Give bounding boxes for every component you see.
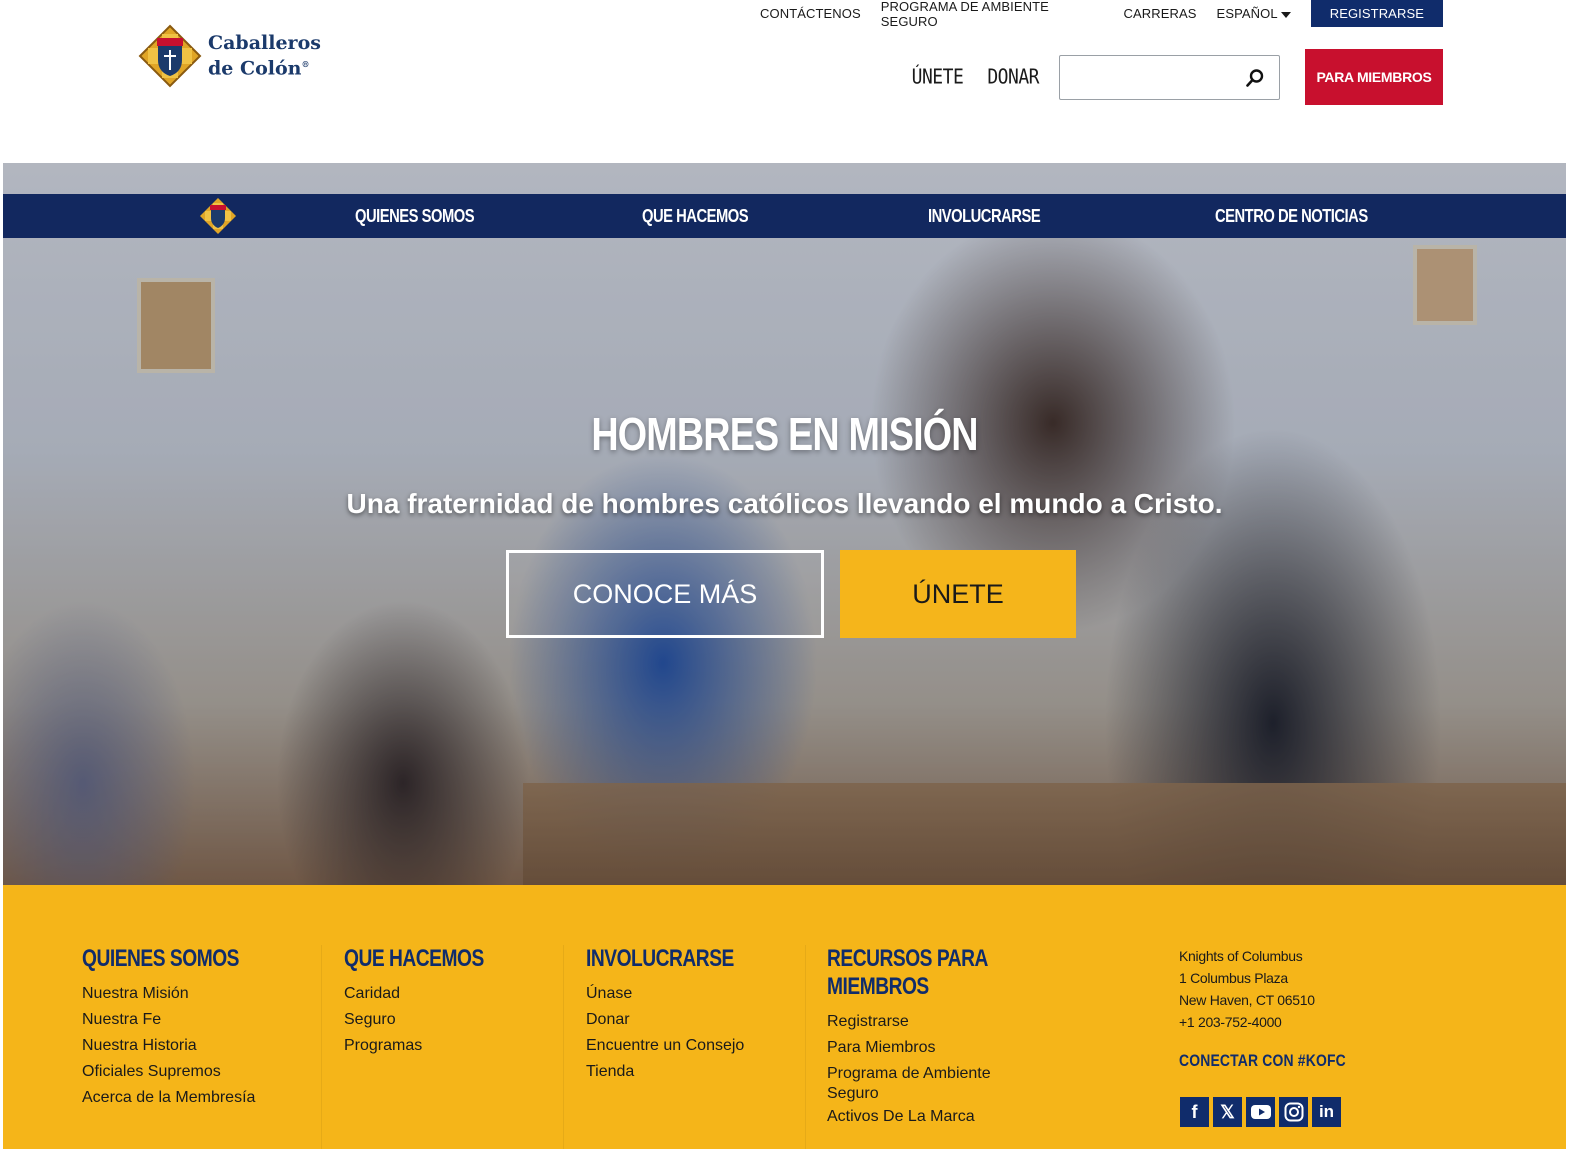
catnav-item-what-we-do[interactable]: QUE HACEMOS — [642, 194, 749, 238]
footer-link[interactable]: Tienda — [586, 1059, 771, 1085]
footer-divider — [563, 945, 564, 1149]
address-line: 1 Columbus Plaza — [1179, 970, 1288, 986]
footer-heading-line1: RECURSOS PARA — [827, 945, 988, 972]
footer-divider — [321, 945, 322, 1149]
members-button[interactable]: PARA MIEMBROS — [1305, 49, 1443, 105]
language-label: ESPAÑOL — [1216, 6, 1278, 21]
logo-line2: de Colón — [208, 57, 302, 80]
site-footer: QUIENES SOMOS Nuestra Misión Nuestra Fe … — [3, 885, 1566, 1149]
footer-link[interactable]: Nuestra Misión — [82, 981, 278, 1007]
language-selector[interactable]: ESPAÑOL — [1217, 6, 1291, 21]
footer-link[interactable]: Donar — [586, 1007, 771, 1033]
footer-divider — [805, 945, 806, 1149]
footer-link[interactable]: Seguro — [827, 1084, 1028, 1104]
address-line: New Haven, CT 06510 — [1179, 992, 1315, 1008]
search-icon[interactable] — [1245, 68, 1265, 88]
footer-column-who-we-are: QUIENES SOMOS Nuestra Misión Nuestra Fe … — [82, 945, 278, 1111]
hero-title: HOMBRES EN MISIÓN — [591, 408, 978, 460]
catnav-item-news-center[interactable]: CENTRO DE NOTICIAS — [1215, 194, 1368, 238]
kofc-emblem-icon — [138, 24, 202, 88]
footer-link[interactable]: Para Miembros — [827, 1035, 1028, 1061]
footer-heading: QUIENES SOMOS — [82, 945, 239, 972]
learn-more-button[interactable]: CONOCE MÁS — [506, 550, 824, 638]
catnav-item-get-involved[interactable]: INVOLUCRARSE — [928, 194, 1041, 238]
catnav-item-who-we-are[interactable]: QUIENES SOMOS — [355, 194, 475, 238]
footer-link[interactable]: Seguro — [344, 1007, 519, 1033]
donate-link[interactable]: DONAR — [987, 65, 1039, 89]
phone-number[interactable]: +1 203-752-4000 — [1179, 1011, 1315, 1033]
utility-nav: CONTÁCTENOS PROGRAMA DE AMBIENTE SEGURO … — [760, 0, 1443, 29]
logo-line1: Caballeros — [208, 31, 321, 54]
join-button[interactable]: ÚNETE — [840, 550, 1076, 638]
footer-link[interactable]: Caridad — [344, 981, 519, 1007]
footer-link[interactable]: Programas — [344, 1033, 519, 1059]
join-link[interactable]: ÚNETE — [912, 65, 964, 89]
careers-link[interactable]: CARRERAS — [1124, 6, 1197, 21]
footer-link[interactable]: Programa de Ambiente — [827, 1064, 1028, 1084]
youtube-icon[interactable] — [1246, 1097, 1275, 1127]
footer-address: Knights of Columbus 1 Columbus Plaza New… — [1179, 945, 1315, 1033]
x-icon[interactable]: 𝕏 — [1213, 1097, 1242, 1127]
category-nav: QUIENES SOMOS QUE HACEMOS INVOLUCRARSE C… — [3, 194, 1566, 238]
footer-column-get-involved: INVOLUCRARSE Únase Donar Encuentre un Co… — [586, 945, 771, 1085]
footer-link[interactable]: Nuestra Historia — [82, 1033, 278, 1059]
search-box — [1059, 54, 1280, 100]
footer-heading: INVOLUCRARSE — [586, 945, 734, 972]
footer-link[interactable]: Acerca de la Membresía — [82, 1085, 278, 1111]
footer-link[interactable]: Encuentre un Consejo — [586, 1033, 771, 1059]
footer-column-what-we-do: QUE HACEMOS Caridad Seguro Programas — [344, 945, 519, 1059]
register-button[interactable]: REGISTRARSE — [1310, 0, 1443, 27]
address-line: Knights of Columbus — [1179, 948, 1303, 964]
instagram-icon[interactable] — [1279, 1097, 1308, 1127]
footer-link[interactable]: Oficiales Supremos — [82, 1059, 278, 1085]
footer-heading-line2: MIEMBROS — [827, 973, 929, 1000]
footer-heading: QUE HACEMOS — [344, 945, 484, 972]
footer-link[interactable]: Registrarse — [827, 1009, 1028, 1035]
connect-heading: CONECTAR CON #KOFC — [1179, 1051, 1346, 1070]
footer-link[interactable]: Nuestra Fe — [82, 1007, 278, 1033]
contact-link[interactable]: CONTÁCTENOS — [760, 6, 861, 21]
site-logo[interactable]: Caballeros de Colón® — [138, 24, 321, 88]
footer-link[interactable]: Activos De La Marca — [827, 1104, 1028, 1130]
site-header: Caballeros de Colón® CONTÁCTENOS PROGRAM… — [0, 0, 1577, 163]
hero-subtitle: Una fraternidad de hombres católicos lle… — [346, 488, 1223, 519]
main-nav: ÚNETE DONAR PARA MIEMBROS — [905, 49, 1443, 105]
footer-link[interactable]: Únase — [586, 981, 771, 1007]
footer-column-member-resources: RECURSOS PARA MIEMBROS Registrarse Para … — [827, 945, 1028, 1130]
hero-banner: QUIENES SOMOS QUE HACEMOS INVOLUCRARSE C… — [3, 163, 1566, 885]
kofc-emblem-icon[interactable] — [199, 197, 237, 235]
footer-heading: RECURSOS PARA MIEMBROS — [827, 945, 988, 1001]
social-links: f 𝕏 in — [1180, 1097, 1341, 1127]
facebook-icon[interactable]: f — [1180, 1097, 1209, 1127]
linkedin-icon[interactable]: in — [1312, 1097, 1341, 1127]
safe-environment-link[interactable]: PROGRAMA DE AMBIENTE SEGURO — [881, 0, 1104, 29]
caret-down-icon — [1280, 11, 1291, 18]
